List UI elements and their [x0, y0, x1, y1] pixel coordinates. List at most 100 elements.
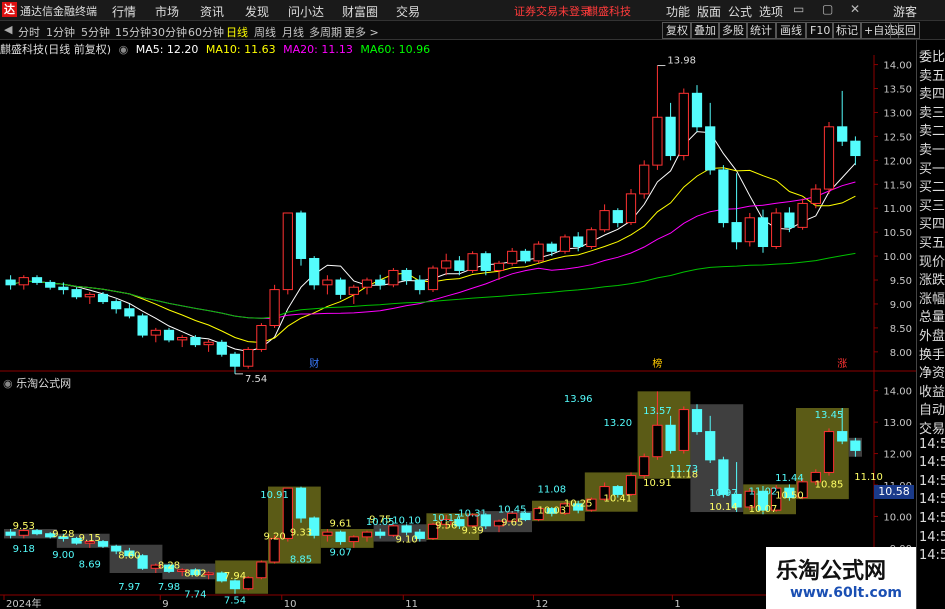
- sidebar-item: 总量: [919, 310, 945, 326]
- candle-body: [573, 236, 584, 248]
- candle-body: [507, 250, 518, 264]
- menu-quotes[interactable]: 行情: [112, 3, 136, 20]
- sidebar-item[interactable]: 14:56: [919, 474, 945, 489]
- box-price-label: 9.65: [501, 517, 523, 528]
- candle-body: [229, 353, 241, 367]
- restore-icon[interactable]: ▢: [822, 2, 833, 16]
- sidebar-item: 卖四: [919, 87, 945, 103]
- menu-discover[interactable]: 发现: [245, 3, 269, 20]
- period-monthly[interactable]: 月线: [282, 24, 304, 40]
- menu-fortune-circle[interactable]: 财富圈: [342, 3, 378, 20]
- candle-body: [625, 193, 637, 224]
- box-price-label: 11.02: [749, 486, 778, 497]
- menu-wenxiaoda[interactable]: 问小达: [288, 3, 324, 20]
- sidebar-item[interactable]: 14:56: [919, 455, 945, 470]
- period-weekly[interactable]: 周线: [254, 24, 276, 40]
- sidebar-item: 买二: [919, 180, 945, 196]
- box-price-label: 7.74: [184, 589, 206, 600]
- period-15min[interactable]: 15分钟: [115, 24, 151, 40]
- sidebar-item: 净资: [919, 366, 945, 382]
- menu-function[interactable]: 功能: [666, 3, 690, 20]
- guest-login[interactable]: 游客: [893, 3, 917, 20]
- sidebar-item[interactable]: 14:56: [919, 530, 945, 545]
- sidebar-item[interactable]: 14:56: [919, 437, 945, 452]
- candle-body: [744, 217, 755, 243]
- candle-body: [454, 260, 465, 271]
- sidebar-item[interactable]: 14:56: [919, 511, 945, 526]
- period-more[interactable]: 更多 >: [344, 24, 379, 40]
- menu-formula[interactable]: 公式: [728, 3, 752, 20]
- menu-news[interactable]: 资讯: [200, 3, 224, 20]
- minimize-icon[interactable]: ▭: [793, 2, 804, 16]
- sidebar-item[interactable]: 交易: [919, 418, 945, 437]
- sidebar-item[interactable]: 14:56: [919, 492, 945, 507]
- y-tick-label: 9.00: [890, 300, 912, 311]
- period-1min[interactable]: 1分钟: [46, 24, 75, 40]
- box-price-label: 9.53: [13, 521, 35, 532]
- candle-body: [520, 250, 531, 262]
- box-price-label: 10.85: [815, 480, 844, 491]
- sidebar-item: 买四: [919, 217, 945, 233]
- ma-line: [10, 167, 856, 344]
- period-30min[interactable]: 30分钟: [151, 24, 187, 40]
- candle-body: [256, 561, 267, 579]
- sidebar-item: 买三: [919, 198, 945, 214]
- stats-button[interactable]: 统计: [746, 22, 776, 39]
- candle-body: [282, 212, 293, 291]
- y-tick-label: 14.00: [883, 387, 912, 398]
- close-icon[interactable]: ✕: [850, 2, 860, 16]
- y-tick-label: 8.50: [890, 324, 912, 335]
- x-tick-label: 12: [535, 599, 548, 609]
- candle-body: [823, 431, 835, 473]
- sidebar-item: 换手: [919, 347, 945, 363]
- mark-button[interactable]: 标记: [832, 22, 862, 39]
- multi-stock-button[interactable]: 多股: [718, 22, 748, 39]
- candle-body: [216, 341, 227, 355]
- menu-market[interactable]: 市场: [155, 3, 179, 20]
- chevron-left-icon[interactable]: ◀: [4, 23, 12, 36]
- y-tick-label: 12.00: [883, 450, 912, 461]
- x-tick-label: 1: [674, 599, 680, 609]
- candle-body: [401, 269, 412, 281]
- period-60min[interactable]: 60分钟: [188, 24, 224, 40]
- y-tick-label: 10.00: [883, 512, 912, 523]
- candle-body: [850, 140, 861, 157]
- candle-body: [111, 301, 122, 310]
- adjust-button[interactable]: 复权: [662, 22, 692, 39]
- candle-body: [335, 531, 346, 543]
- watermark-title: 乐淘公式网: [776, 558, 887, 584]
- candle-body: [705, 431, 716, 461]
- period-timeshare[interactable]: 分时: [18, 24, 40, 40]
- back-button[interactable]: 返回: [890, 22, 920, 39]
- watermark-url: www.60lt.com: [790, 585, 903, 601]
- sidebar-item[interactable]: 14:56: [919, 548, 945, 563]
- event-marker: 榜: [652, 357, 662, 370]
- box-price-label: 9.20: [263, 532, 285, 543]
- sidebar-item: 卖一: [919, 143, 945, 158]
- overlay-button[interactable]: 叠加: [690, 22, 720, 39]
- box-price-label: 10.97: [709, 488, 738, 499]
- period-multi[interactable]: 多周期: [309, 24, 342, 40]
- f10-button[interactable]: F10: [806, 22, 835, 39]
- period-daily[interactable]: 日线: [226, 24, 248, 40]
- y-tick-label: 12.00: [883, 156, 912, 167]
- menu-layout[interactable]: 版面: [697, 3, 721, 20]
- draw-line-button[interactable]: 画线: [776, 22, 806, 39]
- kline-chart[interactable]: 14.00 13.50 13.00 12.50 12.00 11.50 11.00 10.50…: [0, 55, 916, 609]
- menu-options[interactable]: 选项: [759, 3, 783, 20]
- settings-circle-icon[interactable]: ◉: [3, 377, 13, 390]
- trade-login-status[interactable]: 证券交易未登录: [514, 3, 591, 19]
- candle-body: [256, 325, 267, 350]
- candle-body: [533, 243, 544, 262]
- period-5min[interactable]: 5分钟: [81, 24, 110, 40]
- sidebar-item: 现价: [919, 254, 945, 270]
- sidebar-item[interactable]: 自动: [919, 399, 945, 418]
- event-marker: 财: [309, 357, 319, 370]
- box-price-label: 9.18: [13, 544, 35, 555]
- menu-trade[interactable]: 交易: [396, 3, 420, 20]
- ma-line: [10, 131, 856, 352]
- title-bar: 达 通达信金融终端 行情 市场 资讯 发现 问小达 财富圈 交易 证券交易未登录…: [0, 0, 945, 21]
- candle-body: [784, 212, 795, 228]
- y-tick-label: 10.50: [883, 228, 912, 239]
- y-tick-label: 8.00: [890, 348, 912, 359]
